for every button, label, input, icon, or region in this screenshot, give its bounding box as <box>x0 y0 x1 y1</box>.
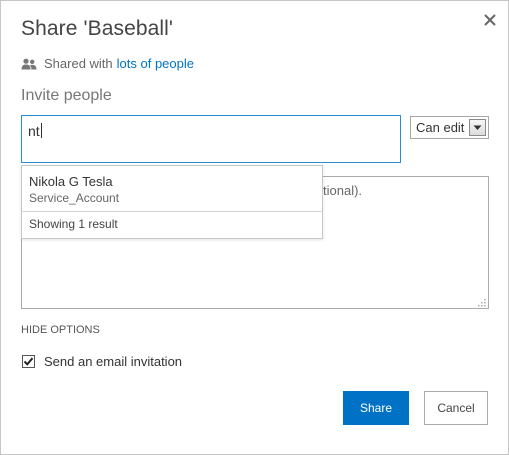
suggestion-item[interactable]: Nikola G Tesla Service_Account <box>22 166 322 212</box>
email-invitation-row: Send an email invitation <box>22 354 182 369</box>
shared-with-prefix: Shared with <box>44 56 113 71</box>
invite-people-input[interactable]: nt <box>21 115 401 163</box>
email-invitation-checkbox[interactable] <box>22 355 35 368</box>
suggestion-count: Showing 1 result <box>29 217 118 231</box>
email-invitation-label: Send an email invitation <box>44 354 183 369</box>
resize-grip-icon[interactable] <box>476 296 486 307</box>
shared-with-row: Shared with lots of people <box>21 56 194 71</box>
close-icon[interactable] <box>481 11 499 29</box>
permission-value: Can edit <box>416 120 465 135</box>
lots-of-people-link[interactable]: lots of people <box>117 56 194 71</box>
chevron-down-icon[interactable] <box>469 119 486 136</box>
people-input-value: nt <box>28 123 40 139</box>
dialog-title: Share 'Baseball' <box>21 17 174 40</box>
people-picker-suggestions: Nikola G Tesla Service_Account Showing 1… <box>21 165 323 239</box>
hide-options-link[interactable]: HIDE OPTIONS <box>21 324 100 336</box>
message-placeholder: tional). <box>323 183 363 198</box>
permission-select[interactable]: Can edit <box>410 116 489 139</box>
suggestion-name: Nikola G Tesla <box>29 174 113 189</box>
suggestion-account: Service_Account <box>29 191 120 205</box>
cancel-button[interactable]: Cancel <box>424 391 488 425</box>
share-button[interactable]: Share <box>343 391 409 425</box>
invite-people-label: Invite people <box>21 87 112 104</box>
people-icon <box>21 58 37 70</box>
share-dialog: Share 'Baseball' Shared with lots of peo… <box>0 0 509 455</box>
text-caret <box>40 123 42 138</box>
